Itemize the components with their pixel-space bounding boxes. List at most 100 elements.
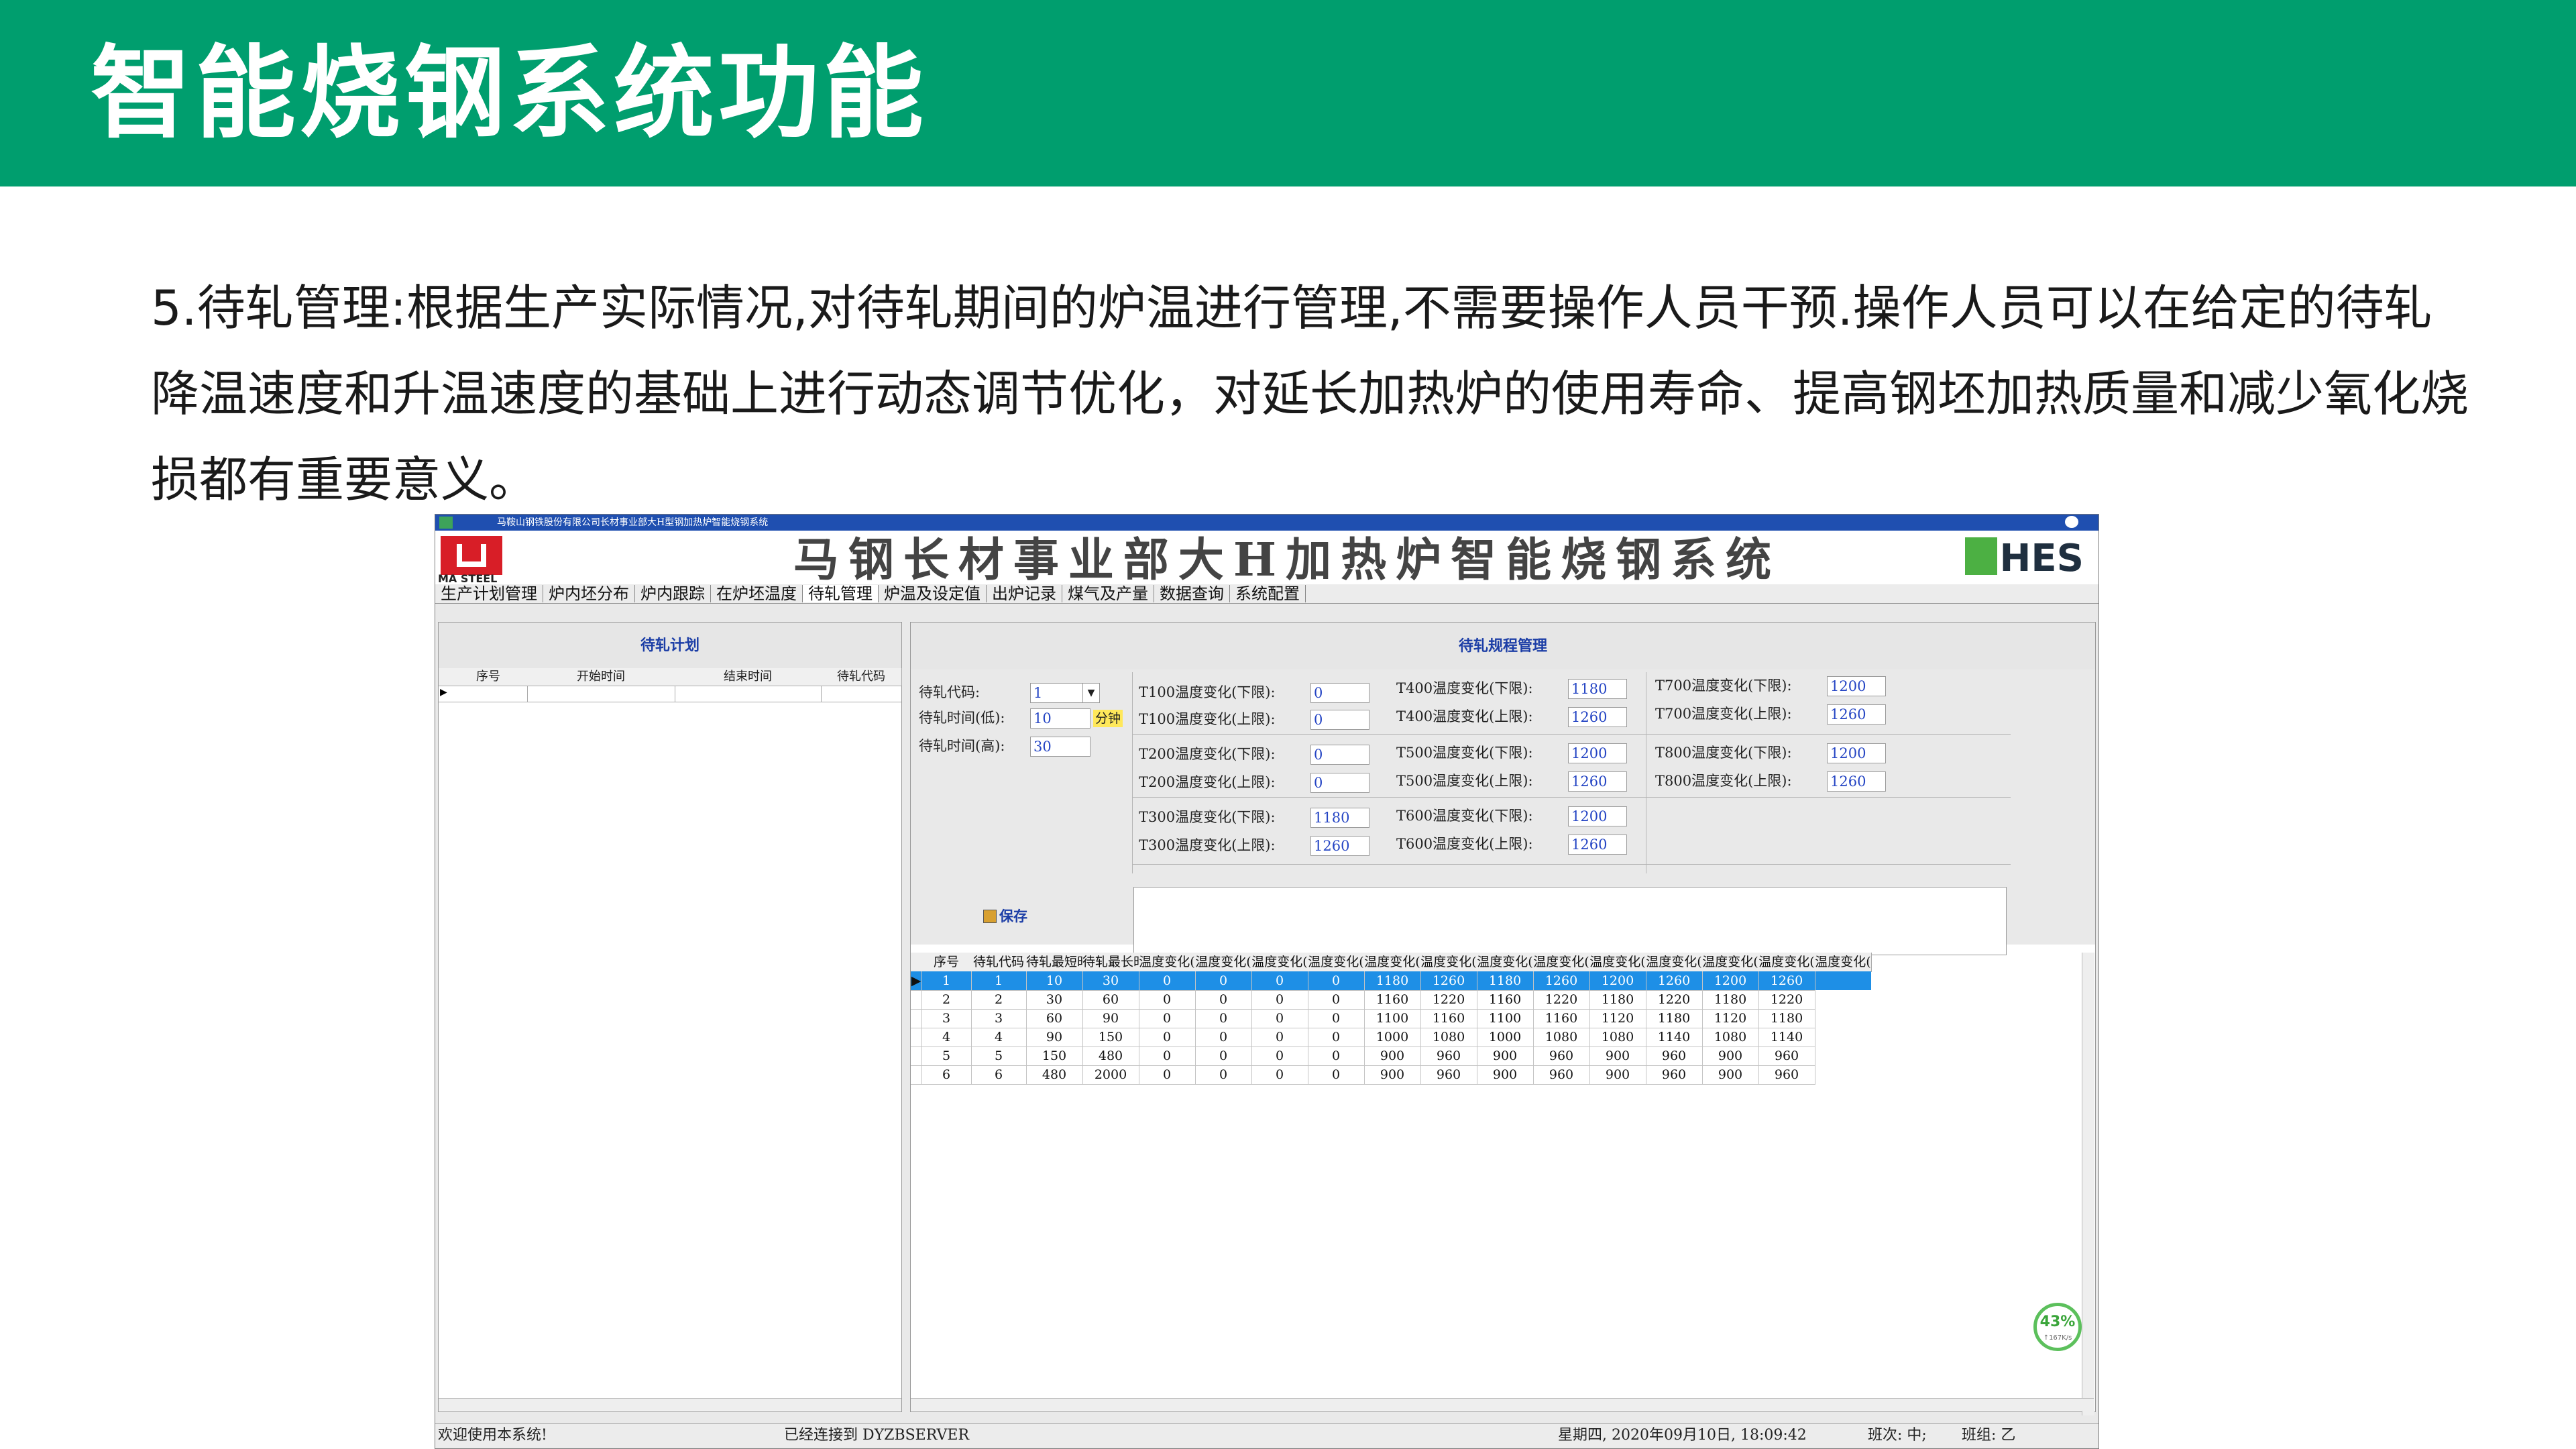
- table-cell[interactable]: 1180: [1589, 990, 1646, 1010]
- column-header[interactable]: 温度变化(: [1364, 953, 1421, 972]
- table-cell[interactable]: 60: [1026, 1009, 1083, 1028]
- table-cell[interactable]: 0: [1251, 1009, 1308, 1028]
- table-cell[interactable]: 1100: [1477, 1009, 1534, 1028]
- table-cell[interactable]: 900: [1702, 1046, 1759, 1066]
- table-cell[interactable]: 960: [1420, 1065, 1477, 1085]
- menu-item-furnace-tracking[interactable]: 炉内跟踪: [635, 585, 711, 602]
- table-cell[interactable]: 0: [1308, 971, 1365, 991]
- row-selector[interactable]: [911, 1009, 922, 1028]
- t200-high-input[interactable]: 0: [1310, 773, 1369, 793]
- table-cell[interactable]: 480: [1082, 1046, 1139, 1066]
- table-cell[interactable]: 30: [1026, 990, 1083, 1010]
- column-header[interactable]: 待轧最短时间: [1026, 953, 1083, 972]
- table-cell[interactable]: 1200: [1589, 971, 1646, 991]
- table-cell[interactable]: 0: [1139, 1046, 1196, 1066]
- t700-high-input[interactable]: 1260: [1827, 704, 1886, 724]
- table-cell[interactable]: 0: [1308, 1009, 1365, 1028]
- table-cell[interactable]: 2: [921, 990, 972, 1010]
- table-cell[interactable]: 1180: [1758, 1009, 1815, 1028]
- table-cell[interactable]: 1260: [1758, 971, 1815, 991]
- table-cell[interactable]: 0: [1251, 1065, 1308, 1085]
- table-cell[interactable]: 1220: [1420, 990, 1477, 1010]
- table-cell[interactable]: 1000: [1477, 1028, 1534, 1047]
- network-monitor-widget[interactable]: 43% ↑167K/s: [2033, 1303, 2082, 1351]
- table-cell[interactable]: 2: [971, 990, 1027, 1010]
- column-header[interactable]: 温度变化(: [1251, 953, 1308, 972]
- table-cell[interactable]: 960: [1646, 1065, 1703, 1085]
- column-header[interactable]: 温度变化(: [1195, 953, 1252, 972]
- table-cell[interactable]: 4: [971, 1028, 1027, 1047]
- row-selector[interactable]: [911, 1028, 922, 1047]
- table-cell[interactable]: 5: [971, 1046, 1027, 1066]
- menu-item-billet-temperature[interactable]: 在炉坯温度: [711, 585, 803, 602]
- t300-low-input[interactable]: 1180: [1310, 808, 1369, 828]
- table-cell[interactable]: 0: [1139, 1065, 1196, 1085]
- table-cell[interactable]: 60: [1082, 990, 1139, 1010]
- notes-textarea[interactable]: [1133, 887, 2007, 955]
- table-cell[interactable]: 900: [1702, 1065, 1759, 1085]
- table-cell[interactable]: 3: [971, 1009, 1027, 1028]
- menu-item-furnace-temp-setpoint[interactable]: 炉温及设定值: [879, 585, 987, 602]
- table-cell[interactable]: 1120: [1589, 1009, 1646, 1028]
- column-header[interactable]: 温度变化(: [1589, 953, 1646, 972]
- table-cell[interactable]: 0: [1139, 990, 1196, 1010]
- table-cell[interactable]: 1160: [1420, 1009, 1477, 1028]
- table-cell[interactable]: 0: [1308, 1065, 1365, 1085]
- row-selector[interactable]: [911, 1065, 922, 1085]
- column-header[interactable]: 温度变化(: [1815, 953, 1872, 972]
- table-cell[interactable]: 150: [1082, 1028, 1139, 1047]
- table-cell[interactable]: 1180: [1646, 1009, 1703, 1028]
- t600-high-input[interactable]: 1260: [1568, 835, 1627, 855]
- table-cell[interactable]: 90: [1026, 1028, 1083, 1047]
- table-cell[interactable]: 0: [1251, 971, 1308, 991]
- table-cell[interactable]: 1200: [1702, 971, 1759, 991]
- vertical-scrollbar[interactable]: [2082, 953, 2094, 1415]
- column-header[interactable]: 温度变化(: [1533, 953, 1590, 972]
- table-cell[interactable]: 900: [1364, 1046, 1421, 1066]
- horizontal-scrollbar[interactable]: [911, 1398, 2094, 1411]
- table-cell[interactable]: 1220: [1533, 990, 1590, 1010]
- table-cell[interactable]: 0: [1195, 990, 1252, 1010]
- table-cell[interactable]: 960: [1758, 1065, 1815, 1085]
- table-cell[interactable]: 150: [1026, 1046, 1083, 1066]
- table-cell[interactable]: 960: [1533, 1065, 1590, 1085]
- column-header[interactable]: 温度变化(: [1420, 953, 1477, 972]
- table-cell[interactable]: 0: [1195, 1046, 1252, 1066]
- table-cell[interactable]: 6: [921, 1065, 972, 1085]
- table-cell[interactable]: 1160: [1477, 990, 1534, 1010]
- table-cell[interactable]: 0: [1139, 1028, 1196, 1047]
- table-cell[interactable]: 10: [1026, 971, 1083, 991]
- table-cell[interactable]: 1160: [1533, 1009, 1590, 1028]
- column-header[interactable]: 温度变化(: [1308, 953, 1365, 972]
- table-cell[interactable]: 960: [1533, 1046, 1590, 1066]
- row-selector[interactable]: ▶: [911, 971, 922, 991]
- table-cell[interactable]: 1220: [1758, 990, 1815, 1010]
- table-cell[interactable]: 0: [1139, 971, 1196, 991]
- table-cell[interactable]: 1160: [1364, 990, 1421, 1010]
- column-header[interactable]: 待轧代码: [821, 668, 902, 686]
- table-cell[interactable]: 4: [921, 1028, 972, 1047]
- t100-high-input[interactable]: 0: [1310, 710, 1369, 730]
- table-cell[interactable]: 1080: [1589, 1028, 1646, 1047]
- table-cell[interactable]: 1080: [1702, 1028, 1759, 1047]
- column-header[interactable]: 序号: [921, 953, 972, 972]
- table-cell[interactable]: 1180: [1702, 990, 1759, 1010]
- table-cell[interactable]: 1080: [1420, 1028, 1477, 1047]
- t700-low-input[interactable]: 1200: [1827, 676, 1886, 696]
- table-cell[interactable]: 6: [971, 1065, 1027, 1085]
- wait-time-high-input[interactable]: 30: [1030, 737, 1090, 757]
- menu-item-discharge-record[interactable]: 出炉记录: [987, 585, 1062, 602]
- menu-item-system-config[interactable]: 系统配置: [1230, 585, 1306, 602]
- column-header[interactable]: 待轧代码: [971, 953, 1027, 972]
- t600-low-input[interactable]: 1200: [1568, 806, 1627, 826]
- table-cell[interactable]: 1100: [1364, 1009, 1421, 1028]
- menu-item-gas-output[interactable]: 煤气及产量: [1062, 585, 1154, 602]
- table-cell[interactable]: 3: [921, 1009, 972, 1028]
- wait-code-select[interactable]: 1 ▼: [1030, 683, 1100, 703]
- table-cell[interactable]: 1: [921, 971, 972, 991]
- table-cell[interactable]: 0: [1195, 971, 1252, 991]
- menu-item-data-query[interactable]: 数据查询: [1154, 585, 1230, 602]
- table-cell[interactable]: 960: [1758, 1046, 1815, 1066]
- menu-item-billet-distribution[interactable]: 炉内坯分布: [543, 585, 635, 602]
- table-cell[interactable]: 900: [1589, 1046, 1646, 1066]
